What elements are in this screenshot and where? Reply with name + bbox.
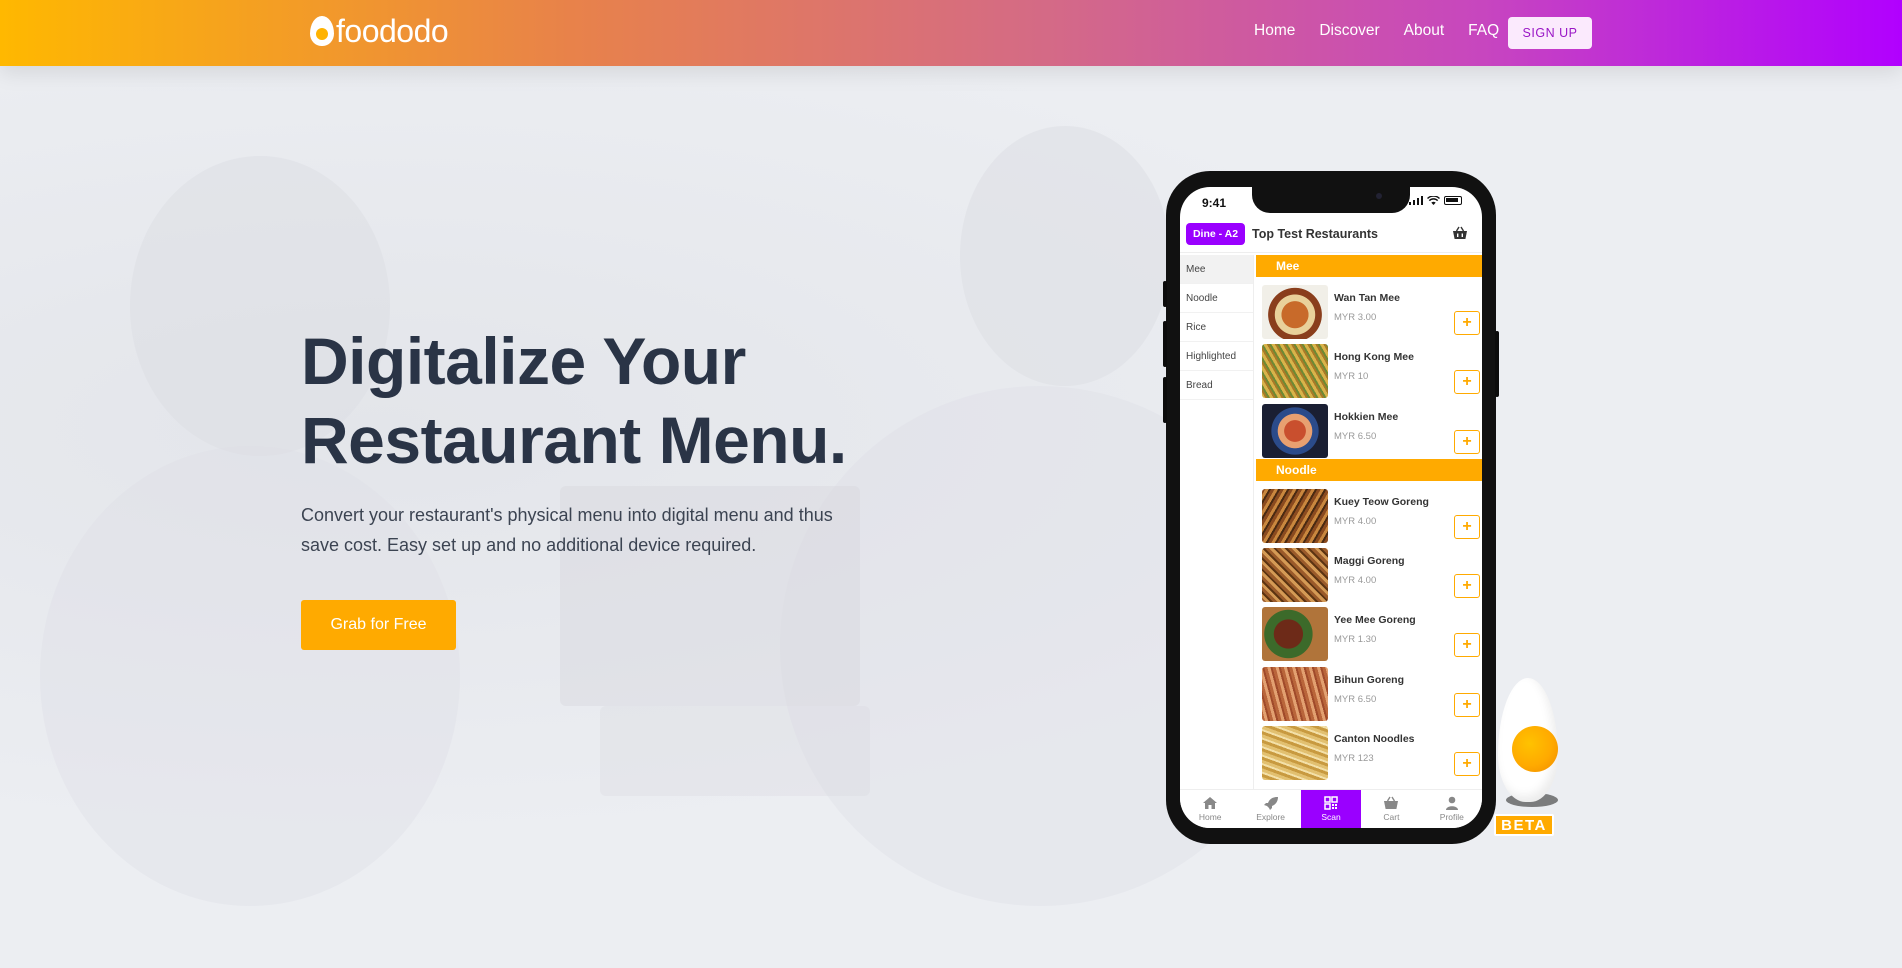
menu-item[interactable]: Wan Tan Mee MYR 3.00 + (1256, 285, 1482, 344)
add-to-cart-button[interactable]: + (1454, 633, 1480, 658)
menu-item[interactable]: Bihun Goreng MYR 6.50 + (1256, 666, 1482, 726)
phone-mockup: 9:41 Dine - A2 Top Test Restaurants Mee … (1163, 171, 1499, 844)
food-image (1262, 607, 1328, 662)
menu-item[interactable]: Canton Noodles MYR 123 + (1256, 726, 1482, 785)
beta-mascot: BETA (1494, 678, 1560, 836)
item-price: MYR 4.00 (1334, 575, 1377, 587)
tab-label: Explore (1256, 812, 1286, 822)
system-status-icons (1408, 196, 1462, 205)
item-name: Yee Mee Goreng (1334, 614, 1416, 627)
restaurant-name: Top Test Restaurants (1252, 227, 1378, 241)
status-time: 9:41 (1202, 196, 1227, 210)
menu-item[interactable]: Hokkien Mee MYR 6.50 + (1256, 403, 1482, 463)
nav-home-link[interactable]: Home (1254, 22, 1295, 40)
battery-icon (1444, 196, 1462, 205)
wifi-icon (1427, 196, 1440, 205)
section-header-mee: Mee (1256, 255, 1482, 277)
add-to-cart-button[interactable]: + (1454, 429, 1480, 454)
logo[interactable]: foododo (310, 13, 449, 49)
nav-about-link[interactable]: About (1404, 22, 1445, 40)
user-icon (1445, 796, 1458, 810)
signal-icon (1408, 196, 1423, 205)
food-image (1262, 403, 1328, 458)
beta-badge: BETA (1494, 814, 1554, 836)
home-icon (1203, 797, 1218, 809)
menu-item[interactable]: Maggi Goreng MYR 4.00 + (1256, 548, 1482, 607)
tab-label: Cart (1383, 812, 1400, 822)
yolk-shape (1512, 726, 1558, 772)
item-name: Hokkien Mee (1334, 410, 1399, 423)
item-price: MYR 6.50 (1334, 693, 1377, 705)
tab-cart[interactable]: Cart (1361, 790, 1421, 828)
item-price: MYR 10 (1334, 371, 1369, 383)
category-item-mee[interactable]: Mee (1180, 255, 1253, 284)
add-to-cart-button[interactable]: + (1454, 311, 1480, 335)
basket-icon (1384, 796, 1399, 809)
tab-explore[interactable]: Explore (1240, 790, 1300, 828)
item-name: Canton Noodles (1334, 733, 1415, 746)
main-nav: Home Discover About FAQ (1254, 22, 1499, 40)
add-to-cart-button[interactable]: + (1454, 574, 1480, 599)
basket-icon[interactable] (1452, 226, 1468, 240)
food-image (1262, 344, 1328, 399)
add-to-cart-button[interactable]: + (1454, 514, 1480, 539)
tab-home[interactable]: Home (1180, 790, 1240, 828)
add-to-cart-button[interactable]: + (1454, 370, 1480, 395)
table-badge[interactable]: Dine - A2 (1186, 223, 1245, 245)
headline-line-2: Restaurant Menu. (301, 403, 847, 477)
food-image (1262, 285, 1328, 339)
food-image (1262, 726, 1328, 781)
hero-subtext: Convert your restaurant's physical menu … (301, 505, 833, 555)
tab-scan[interactable]: Scan (1300, 790, 1362, 828)
tab-label: Home (1198, 812, 1222, 822)
egg-logo-icon (310, 16, 334, 46)
category-sidebar: Mee Noodle Rice Highlighted Bread (1180, 255, 1254, 795)
nav-faq-link[interactable]: FAQ (1468, 22, 1499, 40)
menu-item[interactable]: Kuey Teow Goreng MYR 4.00 + (1256, 488, 1482, 548)
hero-headline: Digitalize Your Restaurant Menu. (301, 322, 901, 480)
bottom-tab-bar: Home Explore Scan Cart Profile (1180, 789, 1482, 828)
hero-background (0, 66, 1902, 968)
category-item-noodle[interactable]: Noodle (1180, 284, 1253, 313)
category-item-highlighted[interactable]: Highlighted (1180, 342, 1253, 371)
item-price: MYR 6.50 (1334, 430, 1377, 442)
item-price: MYR 4.00 (1334, 515, 1377, 527)
tab-label: Profile (1439, 812, 1464, 822)
food-image (1262, 488, 1328, 543)
item-price: MYR 123 (1334, 753, 1374, 765)
phone-notch (1252, 187, 1410, 213)
menu-item[interactable]: Yee Mee Goreng MYR 1.30 + (1256, 607, 1482, 666)
category-item-bread[interactable]: Bread (1180, 371, 1253, 400)
logo-text: foododo (336, 13, 449, 49)
menu-item[interactable]: Hong Kong Mee MYR 10 + (1256, 344, 1482, 403)
menu-list: Mee Wan Tan Mee MYR 3.00 + Hong Kong Mee… (1256, 255, 1482, 795)
sign-up-button[interactable]: SIGN UP (1508, 17, 1592, 49)
rocket-icon (1263, 797, 1278, 810)
nav-discover-link[interactable]: Discover (1319, 22, 1379, 40)
add-to-cart-button[interactable]: + (1454, 752, 1480, 777)
category-item-rice[interactable]: Rice (1180, 313, 1253, 342)
headline-line-1: Digitalize Your (301, 324, 746, 398)
food-image (1262, 666, 1328, 721)
item-name: Hong Kong Mee (1334, 351, 1414, 364)
tab-profile[interactable]: Profile (1422, 790, 1482, 828)
item-name: Wan Tan Mee (1334, 292, 1400, 304)
add-to-cart-button[interactable]: + (1454, 692, 1480, 717)
top-nav-bar: foododo Home Discover About FAQ SIGN UP (0, 0, 1902, 66)
phone-screen: 9:41 Dine - A2 Top Test Restaurants Mee … (1180, 187, 1482, 828)
item-price: MYR 3.00 (1334, 312, 1377, 323)
qr-code-icon (1324, 796, 1338, 810)
grab-for-free-button[interactable]: Grab for Free (301, 600, 456, 650)
restaurant-app-header: Dine - A2 Top Test Restaurants (1180, 219, 1482, 253)
tab-label: Scan (1321, 812, 1341, 822)
item-name: Maggi Goreng (1334, 555, 1405, 568)
item-name: Kuey Teow Goreng (1334, 495, 1429, 508)
item-name: Bihun Goreng (1334, 673, 1404, 686)
item-price: MYR 1.30 (1334, 634, 1377, 646)
food-image (1262, 548, 1328, 603)
